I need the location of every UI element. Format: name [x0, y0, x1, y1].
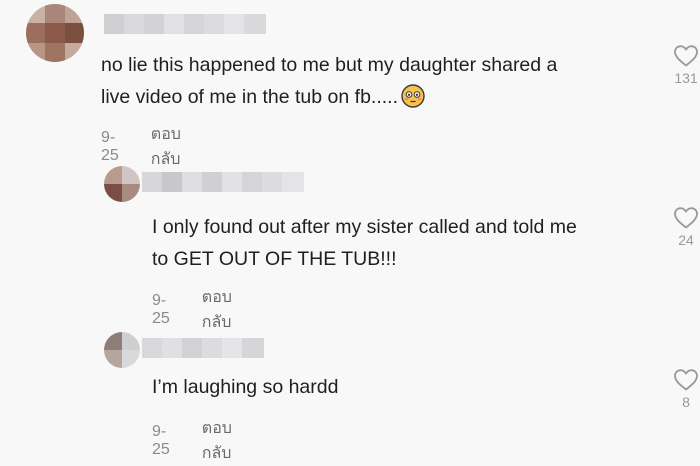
- comment-text-line-part: live video of me in the tub on fb.....: [101, 86, 399, 108]
- comment-text-line: to GET OUT OF THE TUB!!!: [152, 248, 397, 270]
- comment-meta: 9-25 ตอบกลับ: [152, 285, 232, 335]
- comment-text-line: live video of me in the tub on fb.....: [101, 81, 557, 113]
- avatar[interactable]: [104, 332, 140, 368]
- heart-icon: [674, 207, 698, 229]
- like-count: 131: [674, 70, 698, 86]
- username-blurred[interactable]: [142, 338, 264, 358]
- comment-date: 9-25: [101, 129, 119, 164]
- comment-text: I only found out after my sister called …: [152, 211, 577, 275]
- username-blurred[interactable]: [142, 172, 304, 192]
- comment-text-line: I’m laughing so hardd: [152, 376, 339, 398]
- like-button[interactable]: 24: [666, 206, 700, 248]
- comment-meta: 9-25 ตอบกลับ: [152, 416, 232, 466]
- username-blurred[interactable]: [104, 14, 266, 34]
- comment-text: I’m laughing so hardd: [152, 371, 338, 403]
- avatar[interactable]: [104, 166, 140, 202]
- comment-meta: 9-25 ตอบกลับ: [101, 122, 181, 172]
- reply-button[interactable]: ตอบกลับ: [202, 416, 232, 466]
- like-button[interactable]: 131: [666, 44, 700, 86]
- reply-button[interactable]: ตอบกลับ: [202, 285, 232, 335]
- flushed-face-icon: [401, 84, 425, 108]
- comment-text: no lie this happened to me but my daught…: [101, 49, 557, 113]
- comment-text-line: no lie this happened to me but my daught…: [101, 54, 558, 76]
- like-count: 8: [682, 394, 690, 410]
- comment-text-line: I only found out after my sister called …: [152, 216, 577, 238]
- comment-date: 9-25: [152, 423, 170, 458]
- avatar[interactable]: [26, 4, 84, 62]
- like-button[interactable]: 8: [666, 368, 700, 410]
- reply-button[interactable]: ตอบกลับ: [151, 122, 181, 172]
- heart-icon: [674, 45, 698, 67]
- comment-date: 9-25: [152, 292, 170, 327]
- heart-icon: [674, 369, 698, 391]
- like-count: 24: [678, 232, 694, 248]
